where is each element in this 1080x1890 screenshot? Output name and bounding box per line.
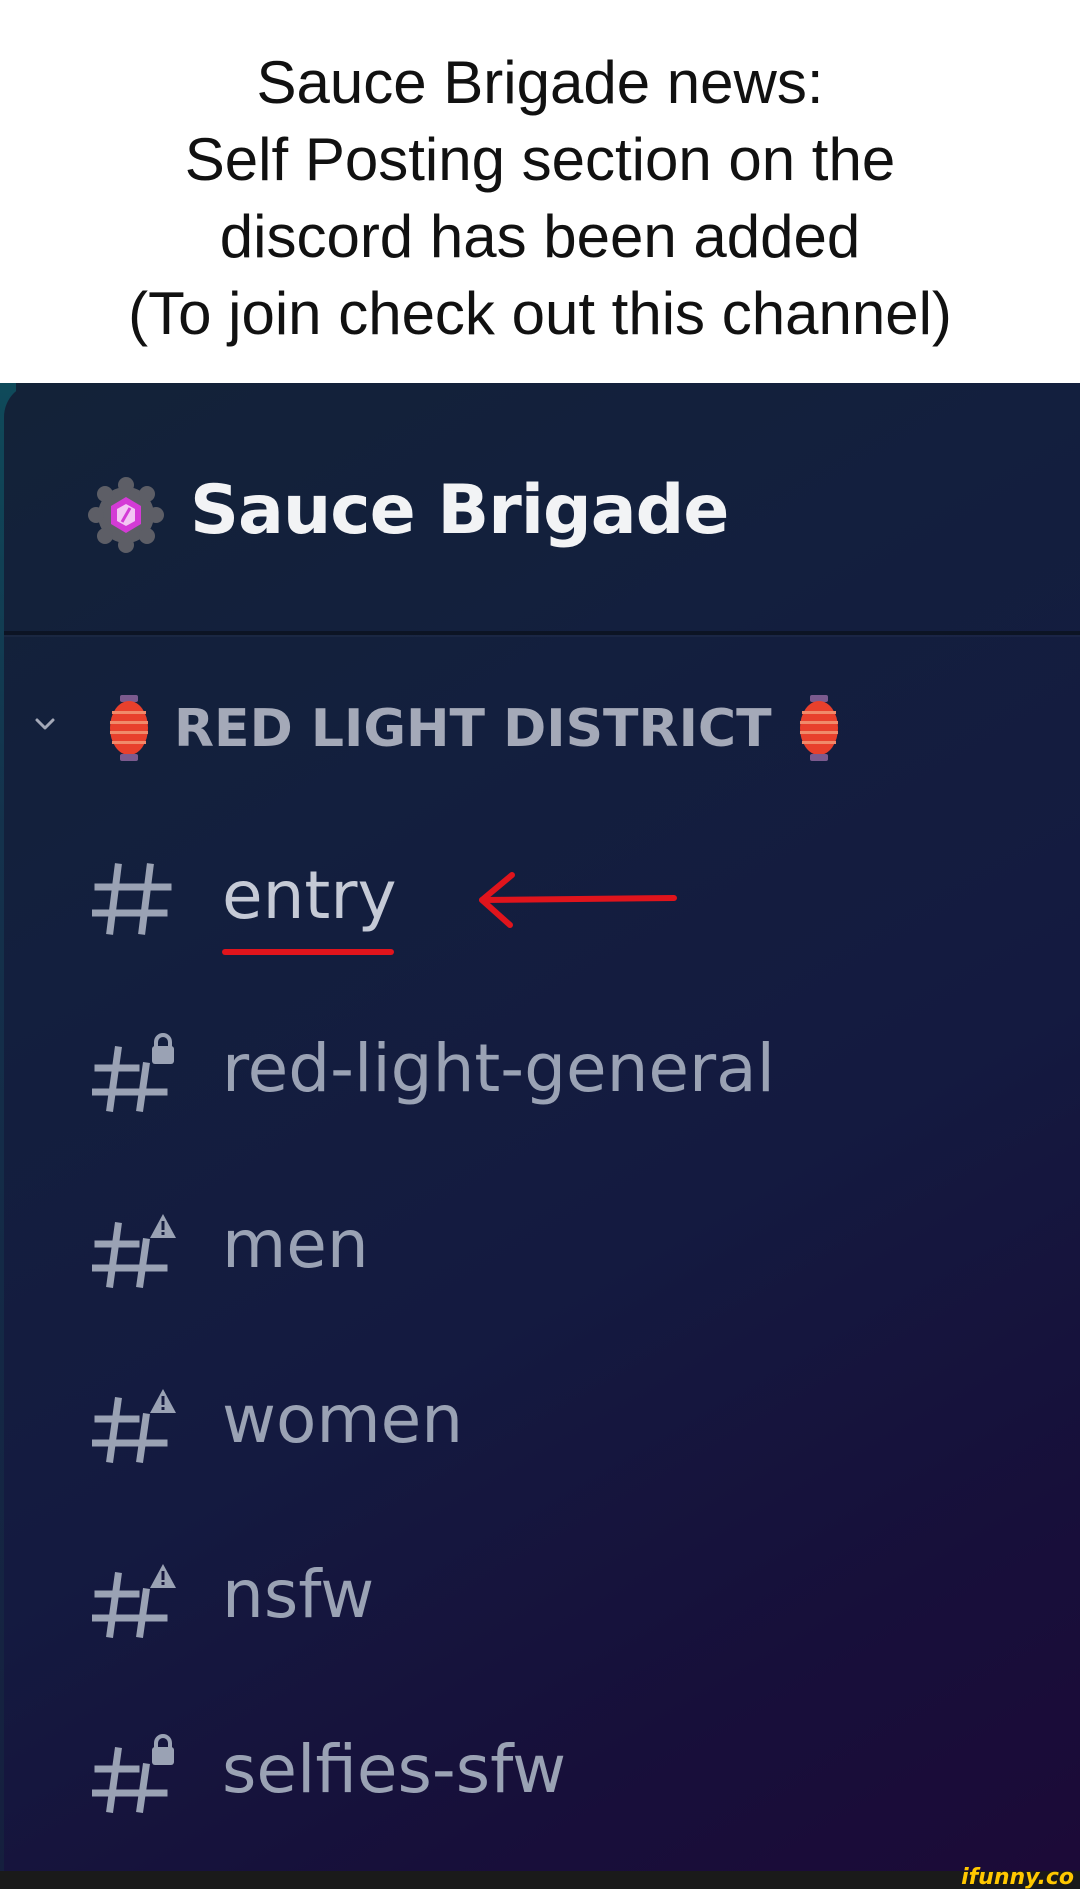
hashtag-icon [92,863,172,935]
red-arrow-left-icon [479,872,677,928]
channel-red-light-general[interactable]: red-light-general [4,1012,1080,1122]
category-label: RED LIGHT DISTRICT [174,699,772,759]
red-lantern-icon [800,695,838,761]
channel-name: entry [222,857,397,934]
category-red-light-district[interactable]: RED LIGHT DISTRICT [4,689,1080,769]
red-lantern-icon [110,695,148,761]
hashtag-lock-icon [92,1033,174,1112]
watermark-logo: ifunny.co [961,1865,1074,1890]
channel-selfies-sfw[interactable]: selfies-sfw [4,1713,1080,1823]
channel-men[interactable]: men [4,1188,1080,1298]
caption-line: discord has been added [219,203,861,270]
server-hexagon-icon [88,477,164,553]
hashtag-lock-icon [92,1734,174,1813]
chevron-down-icon[interactable] [34,713,56,735]
hashtag-warning-icon [92,1389,176,1463]
footer-bar: ifunny.co [0,1867,1080,1889]
hashtag-warning-icon [92,1564,176,1638]
caption-line: Self Posting section on the [184,126,896,193]
channel-name: men [222,1206,369,1283]
channel-name: selfies-sfw [222,1731,567,1808]
hashtag-warning-icon [92,1214,176,1288]
server-name: Sauce Brigade [190,471,729,550]
server-header[interactable]: Sauce Brigade [4,383,1080,635]
channel-women[interactable]: women [4,1363,1080,1473]
channel-name: nsfw [222,1556,375,1633]
discord-channel-sidebar: Sauce Brigade RED LIGHT DISTRICT entry r… [0,383,1080,1871]
sidebar-inner: Sauce Brigade RED LIGHT DISTRICT entry r… [4,383,1080,1871]
caption-line: Sauce Brigade news: [256,49,824,116]
meme-caption: Sauce Brigade news: Self Posting section… [0,0,1080,383]
channel-name: red-light-general [222,1030,775,1107]
channel-name: women [222,1381,464,1458]
channel-nsfw[interactable]: nsfw [4,1538,1080,1648]
caption-line: (To join check out this channel) [128,280,952,347]
red-underline-annotation [222,949,394,955]
